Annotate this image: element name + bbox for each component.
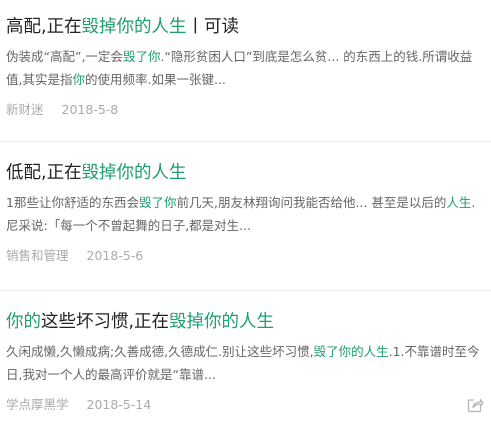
result-item: 低配,正在毁掉你的人生 1那些让你舒适的东西会毁了你前几天,朋友林翔询问我能否给… — [0, 142, 491, 291]
snippet-segment: 前几天,朋友林翔询问我能否给他... 甚至是以后的 — [176, 195, 447, 210]
title-highlight: 毁掉你的人生 — [169, 312, 275, 332]
result-source[interactable]: 学点厚黑学 — [6, 397, 69, 412]
snippet-highlight: 你 — [72, 72, 85, 87]
result-snippet: 伪装成“高配”,一定会毁了你.“隐形贫困人口”到底是怎么贫... 的东西上的钱.… — [6, 45, 483, 91]
title-highlight: 毁掉你的人生 — [81, 17, 187, 37]
snippet-highlight: 人生 — [446, 195, 472, 210]
snippet-segment: 的使用频率.如果一张键... — [85, 72, 226, 87]
snippet-segment: 久闲成懒,久懒成病;久善成德,久德成仁.别让这些坏习惯, — [6, 344, 314, 359]
title-segment: 这些坏习惯,正在 — [41, 312, 170, 332]
title-segment: 丨可读 — [186, 17, 240, 37]
title-segment: 低配,正在 — [6, 163, 82, 183]
snippet-highlight: 毁了你 — [138, 195, 177, 210]
result-source[interactable]: 新财迷 — [6, 102, 44, 117]
title-highlight: 你的 — [6, 312, 41, 332]
snippet-segment: 1那些让你舒适的东西会 — [6, 195, 139, 210]
result-title[interactable]: 高配,正在毁掉你的人生丨可读 — [6, 15, 483, 39]
result-item: 你的这些坏习惯,正在毁掉你的人生 久闲成懒,久懒成病;久善成德,久德成仁.别让这… — [0, 291, 491, 421]
search-results-list: 高配,正在毁掉你的人生丨可读 伪装成“高配”,一定会毁了你.“隐形贫困人口”到底… — [0, 0, 491, 421]
snippet-highlight: 毁了你的人生 — [313, 344, 389, 359]
result-meta: 销售和管理 2018-5-6 — [6, 247, 483, 265]
result-date: 2018-5-14 — [86, 397, 152, 412]
result-title[interactable]: 你的这些坏习惯,正在毁掉你的人生 — [6, 310, 483, 334]
result-source[interactable]: 销售和管理 — [6, 248, 69, 263]
result-meta: 新财迷 2018-5-8 — [6, 101, 483, 119]
title-highlight: 毁掉你的人生 — [81, 163, 187, 183]
result-date: 2018-5-6 — [86, 248, 144, 263]
snippet-segment: 伪装成“高配”,一定会 — [6, 49, 123, 64]
result-snippet: 久闲成懒,久懒成病;久善成德,久德成仁.别让这些坏习惯,毁了你的人生.1.不靠谱… — [6, 340, 483, 386]
result-meta: 学点厚黑学 2018-5-14 — [6, 396, 483, 414]
title-segment: 高配,正在 — [6, 17, 82, 37]
share-icon[interactable] — [467, 397, 484, 413]
result-title[interactable]: 低配,正在毁掉你的人生 — [6, 161, 483, 185]
snippet-highlight: 毁了你 — [122, 49, 161, 64]
result-item: 高配,正在毁掉你的人生丨可读 伪装成“高配”,一定会毁了你.“隐形贫困人口”到底… — [0, 0, 491, 142]
result-date: 2018-5-8 — [61, 102, 119, 117]
result-snippet: 1那些让你舒适的东西会毁了你前几天,朋友林翔询问我能否给他... 甚至是以后的人… — [6, 191, 483, 237]
